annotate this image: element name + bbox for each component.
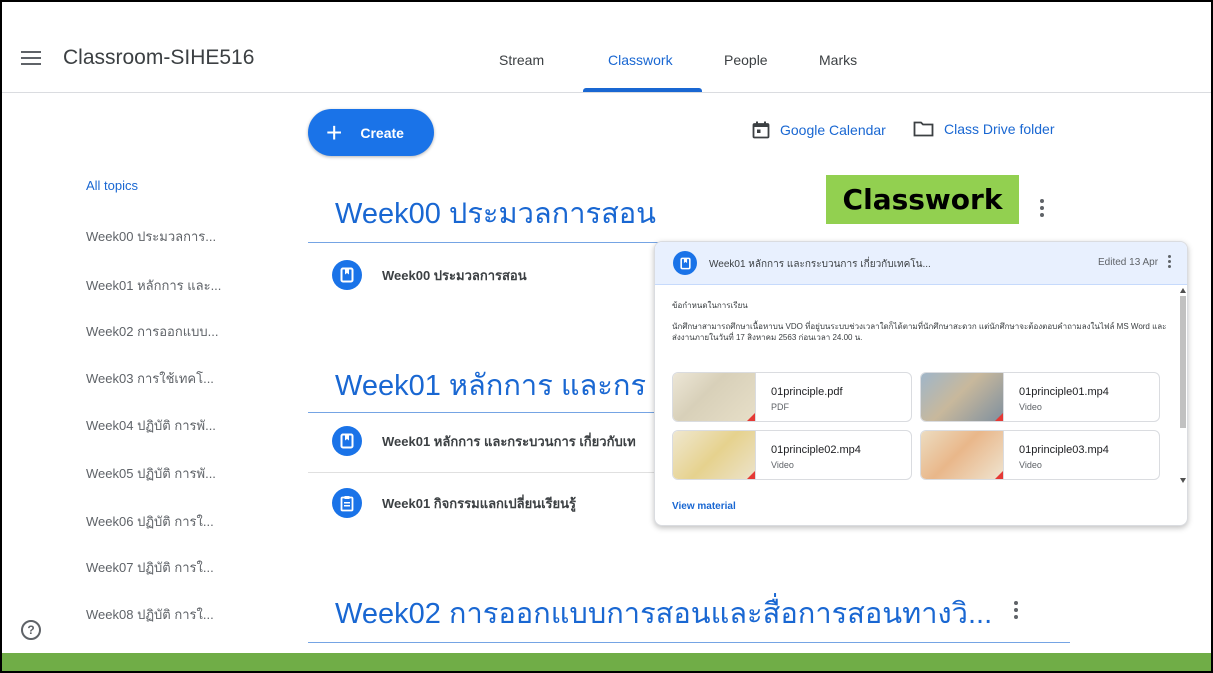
tab-marks[interactable]: Marks [819,52,857,68]
more-vert-icon[interactable] [1040,199,1044,220]
more-vert-icon[interactable] [1168,255,1172,270]
section-heading-week01: Week01 หลักการ และกร [335,370,647,402]
card-description-heading: ข้อกำหนดในการเรียน [672,301,748,310]
google-calendar-label: Google Calendar [780,122,886,138]
attachment-thumbnail [921,373,1004,421]
row-divider [308,472,658,473]
scrollbar-thumb[interactable] [1180,296,1186,428]
tab-classwork[interactable]: Classwork [608,52,673,68]
attachment-card[interactable]: 01principle.pdf PDF [672,372,912,422]
attachment-thumbnail [921,431,1004,479]
topic-week03[interactable]: Week03 การใช้เทคโ... [86,368,214,389]
section-divider [308,242,668,243]
material-bookmark-icon [673,251,697,275]
topic-week00[interactable]: Week00 ประมวลการ... [86,226,216,247]
more-vert-icon[interactable] [1014,601,1018,622]
active-tab-indicator [583,88,702,92]
help-icon[interactable]: ? [21,620,41,640]
menu-icon[interactable] [21,51,41,65]
attachment-type: PDF [771,402,789,412]
material-title: Week01 หลักการ และกระบวนการ เกี่ยวกับเท [382,433,636,449]
attachment-type: Video [1019,402,1042,412]
topic-week05[interactable]: Week05 ปฏิบัติ การพั... [86,463,216,484]
material-item[interactable]: Week00 ประมวลการสอน [332,260,527,290]
card-scrollbar[interactable] [1178,288,1187,484]
section-divider [308,412,658,413]
topic-week04[interactable]: Week04 ปฏิบัติ การพั... [86,415,216,436]
bottom-bar [2,653,1211,671]
attachment-card[interactable]: 01principle01.mp4 Video [920,372,1160,422]
material-title: Week00 ประมวลการสอน [382,267,527,283]
card-header[interactable]: Week01 หลักการ และกระบวนการ เกี่ยวกับเทค… [655,242,1187,285]
calendar-icon [752,121,770,139]
top-app-bar: Classroom-SIHE516 Stream Classwork Peopl… [2,2,1211,93]
create-label: Create [360,124,404,141]
material-bookmark-icon [332,260,362,290]
attachment-card[interactable]: 01principle03.mp4 Video [920,430,1160,480]
section-divider [308,642,1070,643]
attachment-name: 01principle.pdf [771,386,843,398]
assignment-title: Week01 กิจกรรมแลกเปลี่ยนเรียนรู้ [382,495,576,511]
material-bookmark-icon [332,426,362,456]
tab-people[interactable]: People [724,52,768,68]
material-preview-card: Week01 หลักการ และกระบวนการ เกี่ยวกับเทค… [654,241,1188,526]
create-button[interactable]: + Create [308,109,434,156]
topic-week08[interactable]: Week08 ปฏิบัติ การใ... [86,604,214,625]
attachment-name: 01principle02.mp4 [771,444,861,456]
card-title: Week01 หลักการ และกระบวนการ เกี่ยวกับเทค… [709,259,931,270]
scroll-up-icon[interactable] [1180,288,1186,293]
callout-label: Classwork [826,175,1019,224]
folder-icon [913,121,934,137]
topic-week01[interactable]: Week01 หลักการ และ... [86,275,221,296]
plus-icon: + [326,116,343,148]
attachment-thumbnail [673,431,756,479]
topic-all[interactable]: All topics [86,178,138,193]
assignment-icon [332,488,362,518]
card-edited-date: Edited 13 Apr [1098,257,1159,268]
google-calendar-link[interactable]: Google Calendar [752,121,886,139]
scroll-down-icon[interactable] [1180,478,1186,483]
material-item[interactable]: Week01 หลักการ และกระบวนการ เกี่ยวกับเท [332,426,636,456]
attachment-thumbnail [673,373,756,421]
class-drive-folder-label: Class Drive folder [944,121,1055,137]
class-drive-folder-link[interactable]: Class Drive folder [913,121,1054,137]
topic-week06[interactable]: Week06 ปฏิบัติ การใ... [86,511,214,532]
view-material-link[interactable]: View material [672,501,736,512]
classroom-window: Classroom-SIHE516 Stream Classwork Peopl… [0,0,1213,673]
attachment-type: Video [771,460,794,470]
attachment-name: 01principle01.mp4 [1019,386,1109,398]
topic-week07[interactable]: Week07 ปฏิบัติ การใ... [86,557,214,578]
attachment-name: 01principle03.mp4 [1019,444,1109,456]
class-title[interactable]: Classroom-SIHE516 [63,46,254,70]
section-heading-week02: Week02 การออกแบบการสอนและสื่อการสอนทางวิ… [335,598,993,630]
card-description: ข้อกำหนดในการเรียน นักศึกษาสามารถศึกษาเน… [672,300,1172,344]
topic-week02[interactable]: Week02 การออกแบบ... [86,321,218,342]
card-description-text: นักศึกษาสามารถศึกษาเนื้อหาบน VDO ที่อยู่… [672,321,1167,343]
assignment-item[interactable]: Week01 กิจกรรมแลกเปลี่ยนเรียนรู้ [332,488,576,518]
attachment-card[interactable]: 01principle02.mp4 Video [672,430,912,480]
section-heading-week00: Week00 ประมวลการสอน [335,198,657,230]
attachment-type: Video [1019,460,1042,470]
tab-stream[interactable]: Stream [499,52,544,68]
